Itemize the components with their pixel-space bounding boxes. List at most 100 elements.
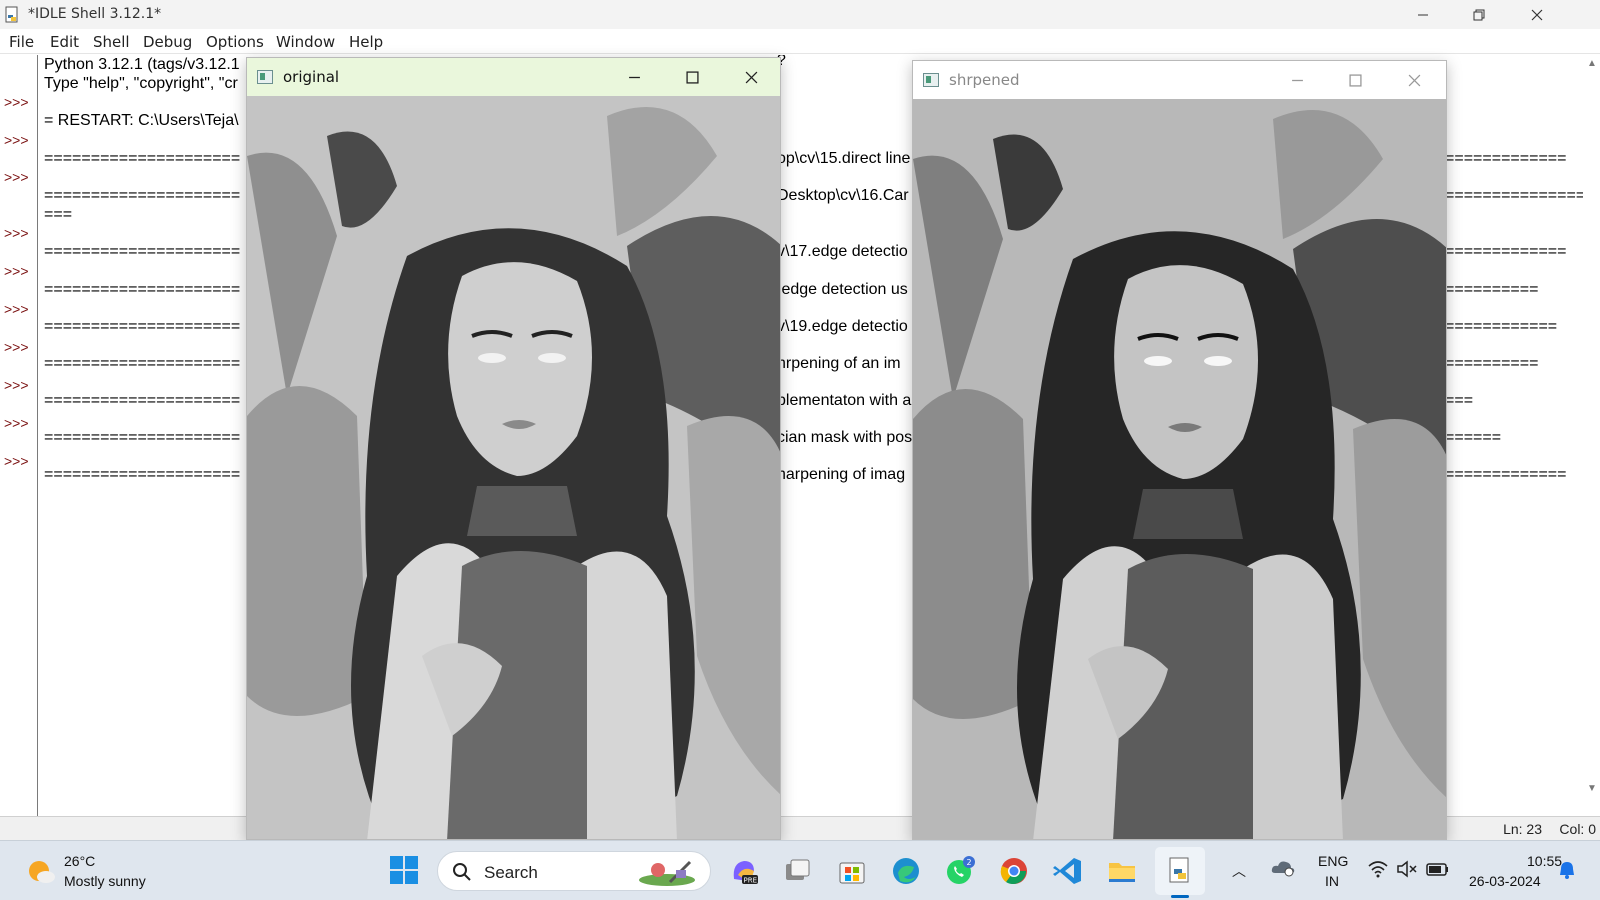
sharpened-image-window[interactable]: shrpened — [912, 60, 1447, 840]
python-idle-icon — [5, 6, 18, 23]
scroll-up-icon[interactable]: ▲ — [1587, 58, 1597, 69]
close-button[interactable] — [1508, 0, 1566, 29]
shell-line: v\19.edge detectio — [777, 318, 908, 335]
input-language[interactable]: ENG — [1318, 853, 1348, 869]
clock-date[interactable]: 26-03-2024 — [1469, 873, 1541, 889]
portrait-illustration-sharpened — [913, 99, 1446, 839]
whatsapp-app[interactable]: 2 — [941, 852, 979, 890]
shell-line: hrpening of an im — [777, 355, 901, 372]
shell-line: ===================== — [44, 243, 241, 260]
chrome-icon — [1000, 858, 1027, 885]
taskbar: 26°C Mostly sunny Search PRE 2 ︿ ENG IN … — [0, 840, 1600, 900]
menu-options[interactable]: Options — [206, 33, 264, 51]
show-hidden-icons-chevron-icon[interactable]: ︿ — [1232, 861, 1246, 881]
file-explorer-app[interactable] — [1103, 852, 1141, 890]
minimize-button[interactable] — [1277, 67, 1317, 93]
window-titlebar[interactable]: original — [247, 58, 780, 96]
shell-line: ========== — [1445, 355, 1539, 372]
menu-window[interactable]: Window — [276, 33, 335, 51]
windows-start-icon[interactable] — [388, 854, 420, 886]
restore-button[interactable] — [1450, 0, 1508, 29]
restore-icon — [1473, 9, 1485, 20]
chrome-app[interactable] — [995, 852, 1033, 890]
line-number: Ln: 23 — [1503, 821, 1542, 837]
menu-bar: File Edit Shell Debug Options Window Hel… — [0, 29, 1600, 54]
minimize-icon — [1291, 79, 1303, 81]
window-app-icon — [257, 70, 273, 84]
shell-line: ============ — [1445, 318, 1558, 335]
search-highlight-icon — [639, 860, 695, 886]
shell-line: plementaton with a — [777, 392, 912, 409]
maximize-icon — [1348, 73, 1362, 87]
vertical-scrollbar[interactable]: ▲ ▼ — [1583, 55, 1600, 816]
shell-line: =============== — [1445, 187, 1583, 204]
scroll-down-icon[interactable]: ▼ — [1587, 783, 1597, 794]
minimize-button[interactable] — [1394, 0, 1452, 29]
battery-icon[interactable] — [1426, 859, 1450, 879]
minimize-icon — [1418, 14, 1428, 15]
close-icon — [1531, 9, 1543, 20]
menu-help[interactable]: Help — [349, 33, 383, 51]
window-title: *IDLE Shell 3.12.1* — [28, 6, 162, 22]
idle-python-app[interactable] — [1161, 852, 1199, 890]
shell-line: = RESTART: C:\Users\Teja\ — [44, 112, 239, 129]
wifi-icon[interactable] — [1367, 859, 1389, 879]
shell-line: v\17.edge detectio — [777, 243, 908, 260]
copilot-icon: PRE — [733, 861, 758, 885]
taskbar-search[interactable]: Search — [437, 851, 711, 891]
window-titlebar[interactable]: shrpened — [913, 61, 1446, 99]
prompt-marker: >>> — [4, 339, 29, 355]
shell-line: ===================== — [44, 281, 241, 298]
prompt-gutter: >>> >>> >>> >>> >>> >>> >>> >>> >>> >>> — [0, 55, 38, 816]
shell-line: ===================== — [44, 187, 241, 204]
vscode-icon — [1053, 858, 1081, 884]
prompt-marker: >>> — [4, 301, 29, 317]
weather-temperature[interactable]: 26°C — [64, 853, 95, 869]
maximize-button[interactable] — [1335, 67, 1375, 93]
shell-line: ===================== — [44, 392, 241, 409]
svg-text:PRE: PRE — [744, 877, 758, 885]
shell-line: ===================== — [44, 150, 241, 167]
close-button[interactable] — [731, 64, 771, 90]
search-icon — [453, 863, 471, 881]
shell-line: === — [1445, 392, 1474, 409]
weather-description[interactable]: Mostly sunny — [64, 873, 146, 889]
file-explorer-icon — [1109, 863, 1135, 882]
shell-line: ===================== — [44, 429, 241, 446]
shell-line: Type "help", "copyright", "cr — [44, 75, 238, 92]
whatsapp-icon: 2 — [947, 856, 975, 884]
microsoft-store-app[interactable] — [833, 852, 871, 890]
notification-bell-icon[interactable] — [1558, 860, 1576, 880]
shell-line: ============= — [1445, 466, 1567, 483]
close-button[interactable] — [1394, 67, 1434, 93]
idle-titlebar[interactable]: *IDLE Shell 3.12.1* — [0, 0, 1600, 29]
minimize-icon — [628, 76, 640, 78]
menu-debug[interactable]: Debug — [143, 33, 192, 51]
vscode-app[interactable] — [1049, 852, 1087, 890]
shell-line: Python 3.12.1 (tags/v3.12.1 — [44, 56, 240, 73]
window-title: shrpened — [949, 71, 1020, 89]
onedrive-icon[interactable] — [1270, 857, 1296, 877]
window-title: original — [283, 68, 340, 86]
copilot-app[interactable]: PRE — [725, 852, 763, 890]
shell-line: === — [44, 206, 73, 223]
menu-shell[interactable]: Shell — [93, 33, 130, 51]
sun-icon[interactable] — [26, 856, 56, 886]
prompt-marker: >>> — [4, 132, 29, 148]
sharpened-image — [913, 99, 1446, 839]
task-view-app[interactable] — [779, 852, 817, 890]
menu-file[interactable]: File — [9, 33, 34, 51]
close-icon — [745, 71, 757, 83]
prompt-marker: >>> — [4, 169, 29, 185]
edge-icon — [893, 858, 919, 884]
menu-edit[interactable]: Edit — [50, 33, 79, 51]
edge-app[interactable] — [887, 852, 925, 890]
maximize-button[interactable] — [672, 64, 712, 90]
input-region[interactable]: IN — [1325, 873, 1339, 889]
shell-line: op\cv\15.direct line — [777, 150, 911, 167]
minimize-button[interactable] — [614, 64, 654, 90]
speaker-muted-icon[interactable] — [1396, 859, 1418, 879]
clock-time[interactable]: 10:55 — [1527, 853, 1562, 869]
original-image-window[interactable]: original — [246, 57, 781, 840]
prompt-marker: >>> — [4, 263, 29, 279]
